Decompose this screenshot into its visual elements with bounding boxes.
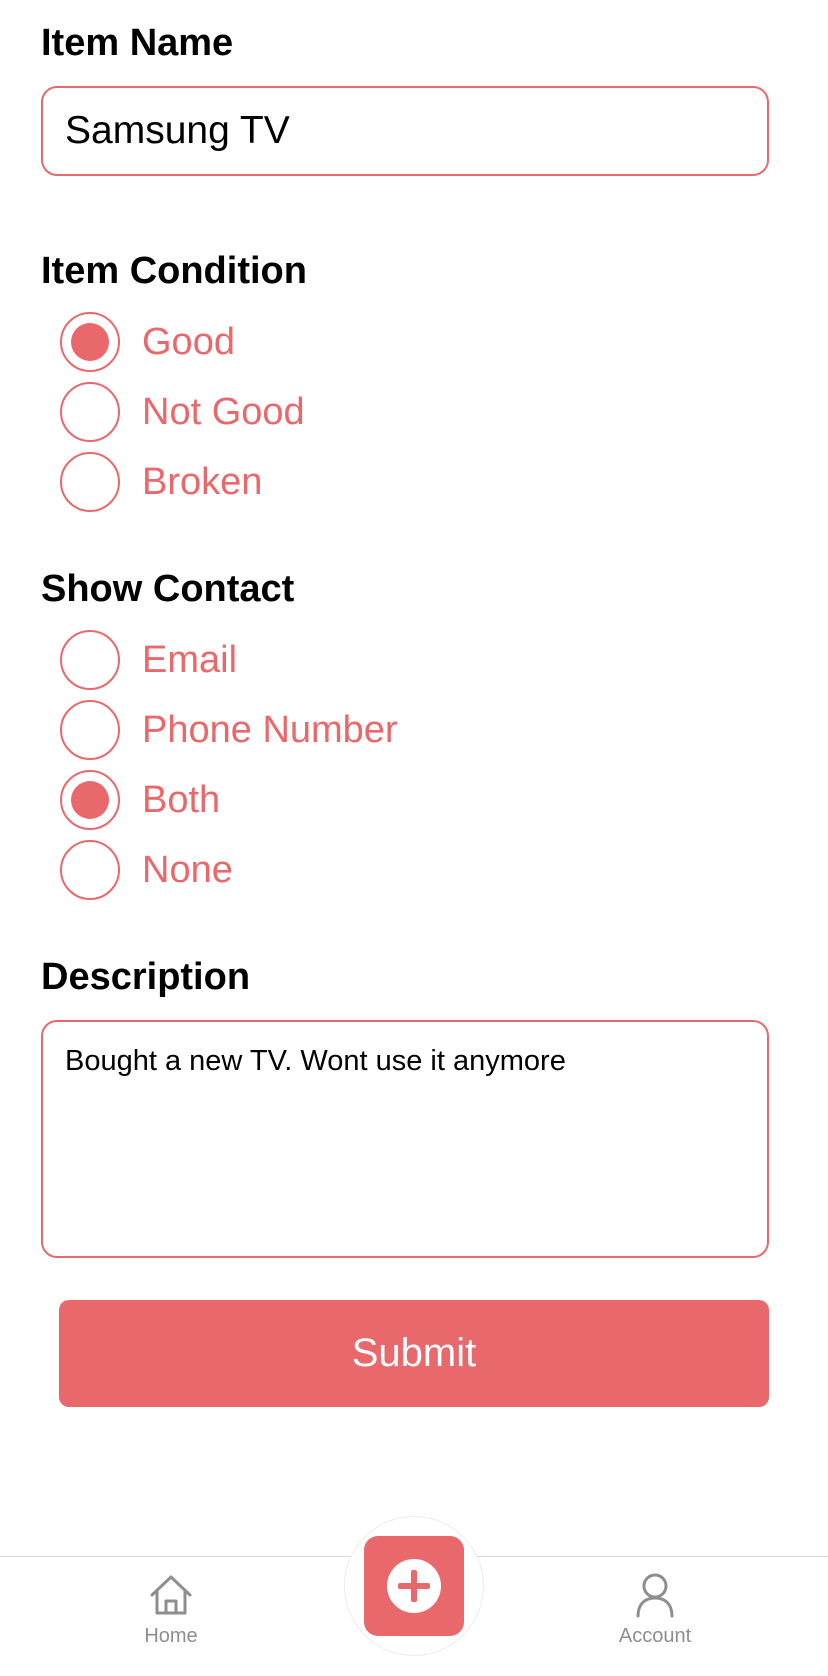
add-item-button[interactable] (364, 1536, 464, 1636)
radio-label: Both (142, 779, 221, 821)
contact-option-phone-number[interactable]: Phone Number (60, 700, 398, 760)
radio-label: Not Good (142, 391, 305, 433)
home-icon (150, 1575, 192, 1615)
contact-option-none[interactable]: None (60, 840, 233, 900)
tab-home[interactable]: Home (91, 1571, 251, 1648)
item-name-input[interactable]: Samsung TV (41, 86, 769, 176)
submit-button[interactable]: Submit (59, 1300, 769, 1407)
condition-option-good[interactable]: Good (60, 312, 235, 372)
tab-account[interactable]: Account (575, 1571, 735, 1648)
radio-label: None (142, 849, 233, 891)
contact-option-email[interactable]: Email (60, 630, 237, 690)
description-label: Description (41, 956, 251, 998)
item-condition-label: Item Condition (41, 250, 307, 292)
radio-button[interactable] (60, 382, 120, 442)
show-contact-label: Show Contact (41, 568, 295, 610)
radio-button[interactable] (60, 770, 120, 830)
plus-circle-icon (387, 1559, 441, 1613)
condition-option-broken[interactable]: Broken (60, 452, 262, 512)
radio-label: Phone Number (142, 709, 398, 751)
radio-button[interactable] (60, 312, 120, 372)
person-icon (636, 1573, 674, 1618)
radio-label: Good (142, 321, 235, 363)
radio-label: Broken (142, 461, 263, 503)
condition-option-not-good[interactable]: Not Good (60, 382, 305, 442)
contact-option-both[interactable]: Both (60, 770, 220, 830)
radio-label: Email (142, 639, 238, 681)
radio-button[interactable] (60, 840, 120, 900)
description-textarea[interactable]: Bought a new TV. Wont use it anymore (41, 1020, 769, 1258)
radio-button[interactable] (60, 452, 120, 512)
tab-home-label: Home (144, 1625, 198, 1647)
tab-account-label: Account (618, 1625, 692, 1647)
radio-button[interactable] (60, 630, 120, 690)
item-name-label: Item Name (41, 22, 234, 64)
radio-button[interactable] (60, 700, 120, 760)
